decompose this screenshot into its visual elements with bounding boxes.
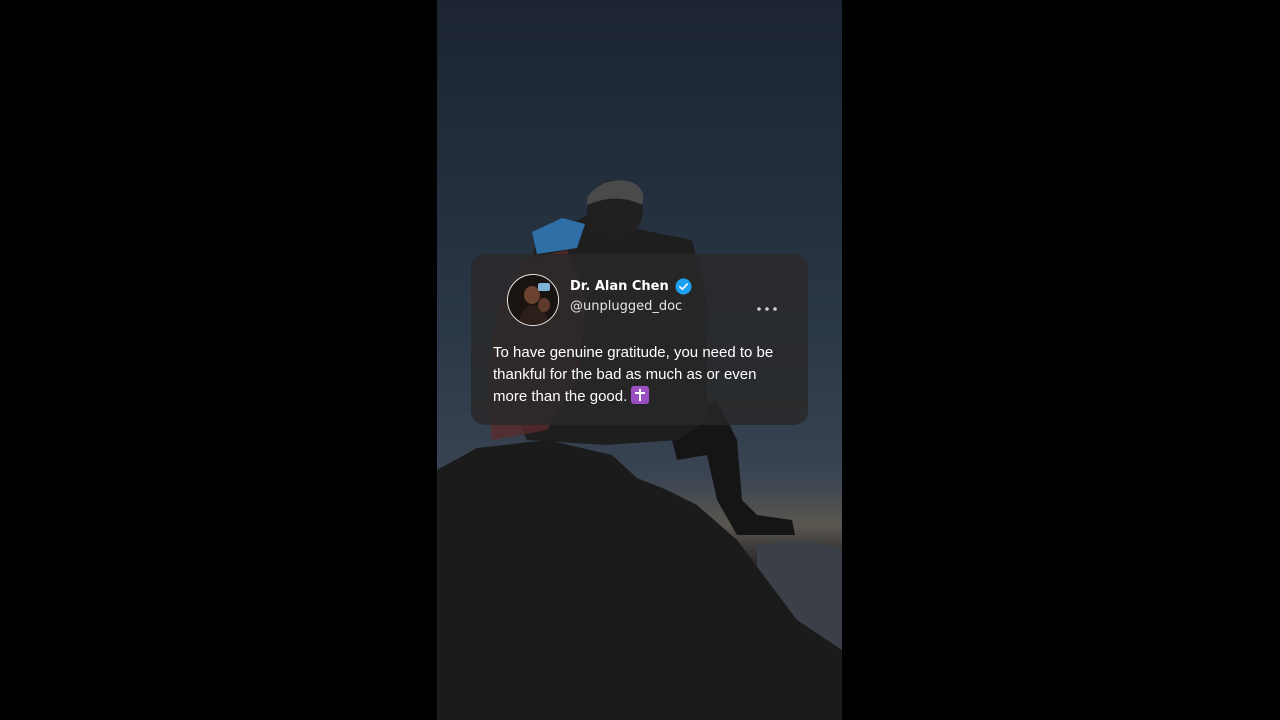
more-options-icon[interactable] [755,302,779,316]
video-viewport: Dr. Alan Chen @unplugged_doc To have gen… [0,0,1280,720]
user-handle[interactable]: @unplugged_doc [570,299,682,314]
verified-badge-icon [675,278,692,295]
avatar[interactable] [507,274,559,326]
video-frame[interactable]: Dr. Alan Chen @unplugged_doc To have gen… [437,0,842,720]
avatar-image [508,275,558,325]
latin-cross-emoji-icon [631,386,650,404]
display-name[interactable]: Dr. Alan Chen [570,279,669,294]
name-row: Dr. Alan Chen [570,278,692,295]
post-text-container: To have genuine gratitude, you need to b… [493,342,788,408]
tweet-card[interactable]: Dr. Alan Chen @unplugged_doc To have gen… [471,254,808,425]
